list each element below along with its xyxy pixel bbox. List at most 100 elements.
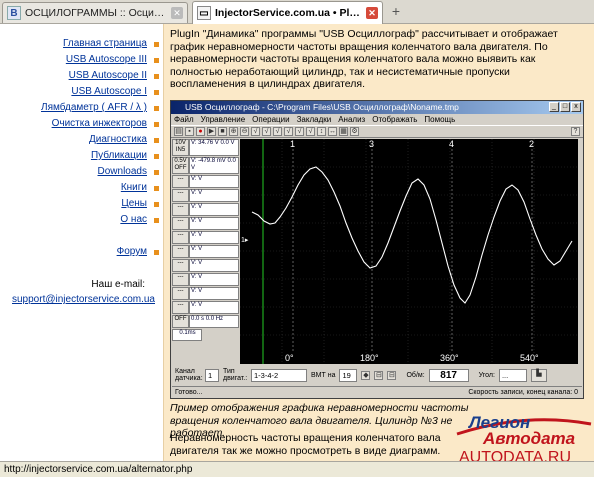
nav-diagnostics[interactable]: Диагностика — [89, 134, 147, 145]
cylinder-label: 4 — [449, 139, 454, 149]
close-tab-icon[interactable]: ✕ — [171, 7, 183, 19]
rpm-label: Об/м: — [406, 371, 425, 379]
browser-tab-strip: B ОСЦИЛОГРАММЫ :: Осциллограммы: ✕ ▭ Inj… — [0, 0, 594, 24]
degree-label: 540° — [520, 353, 539, 363]
settings-icon: ⚙ — [350, 127, 359, 136]
channel-button: --- — [172, 217, 189, 230]
osc-menu-item: Закладки — [296, 115, 332, 124]
channel-row: --- V: V — [172, 245, 239, 258]
osc-toolbar: ▤ ▪ ● ▶ ■ ⊕ ⊖ √ √ √ √ √ √ ↕ ↔ ▦ ⚙ ? — [171, 125, 583, 138]
help-icon: ? — [571, 127, 580, 136]
nav-publications[interactable]: Публикации — [91, 150, 147, 161]
maximize-icon: □ — [560, 102, 570, 112]
channel-button: --- — [172, 273, 189, 286]
nav-bullet-icon — [154, 186, 159, 191]
channel-row: OFF 0.0 s 0.0 Hz — [172, 315, 239, 328]
channel-value: V: V — [189, 175, 239, 188]
channel-row: --- V: V — [172, 301, 239, 314]
left-navigation: Главная страница USB Autoscope III USB A… — [0, 24, 163, 461]
nav-usb-autoscope-1[interactable]: USB Autoscope I — [71, 86, 147, 97]
tdc-field: 19 — [339, 368, 358, 382]
channel-button: OFF — [172, 315, 189, 328]
minimize-icon: _ — [549, 102, 559, 112]
legion-autodata-logo: Легион Автодата AUTODATA.RU — [455, 410, 594, 466]
osc-menu-item: Операции — [252, 115, 290, 124]
engine-type-label: Тип двигат.: — [223, 368, 248, 382]
oscilloscope-screenshot: USB Осциллограф - C:\Program Files\USB О… — [170, 100, 584, 399]
email-label: Наш e-mail: — [91, 279, 145, 290]
channel-value: V: V — [189, 217, 239, 230]
channel-label: Канал датчика: — [175, 368, 203, 382]
site-favicon-icon: B — [7, 6, 21, 20]
nav-books[interactable]: Книги — [121, 182, 147, 193]
timebase-value: 0.1ms — [172, 329, 202, 341]
channel-select: 1 — [205, 368, 219, 382]
channel-button: --- — [172, 259, 189, 272]
degree-label: 0° — [285, 353, 294, 363]
intro-text: PlugIn "Динамика" программы "USB Осцилло… — [170, 28, 558, 90]
osc-menu-item: Отображать — [372, 115, 418, 124]
cylinder-label: 2 — [529, 139, 534, 149]
close-tab-icon[interactable]: ✕ — [366, 7, 378, 19]
logo-svg: Легион Автодата AUTODATA.RU — [456, 413, 592, 466]
nav-usb-autoscope-3[interactable]: USB Autoscope III — [66, 54, 147, 65]
channel-value: V: V — [189, 203, 239, 216]
nav-prices[interactable]: Цены — [121, 198, 147, 209]
osc-status-left: Готово... — [175, 389, 203, 396]
tab-injectorservice[interactable]: ▭ InjectorService.com.ua • PlugIn ... ✕ — [192, 1, 383, 24]
nav-bullet-icon — [154, 58, 159, 63]
nav-forum[interactable]: Форум — [117, 246, 147, 257]
play-icon: ▶ — [207, 127, 216, 136]
nav-about[interactable]: О нас — [120, 214, 147, 225]
nav-bullet-icon — [154, 154, 159, 159]
rpm-trace — [251, 166, 573, 304]
channel-row: --- V: V — [172, 273, 239, 286]
channel-button: --- — [172, 245, 189, 258]
channel-value: V: V — [189, 273, 239, 286]
nav-lambdameter[interactable]: Лямбдаметр ( AFR / λ ) — [41, 102, 147, 113]
stop-icon: ■ — [218, 127, 227, 136]
osc-menu-item: Анализ — [338, 115, 366, 124]
osc-title-text: USB Осциллограф - C:\Program Files\USB О… — [185, 102, 459, 112]
osc-menu-item: Файл — [174, 115, 194, 124]
degree-label: 360° — [440, 353, 459, 363]
new-tab-button[interactable]: + — [388, 3, 404, 19]
tab-label: ОСЦИЛОГРАММЫ :: Осциллограммы: — [25, 7, 168, 19]
nav-downloads[interactable]: Downloads — [98, 166, 147, 177]
angle-label: Угол: — [478, 371, 495, 379]
angle-field: ... — [498, 368, 527, 382]
cursor-icon: ↔ — [328, 127, 337, 136]
grid-icon: ▦ — [339, 127, 348, 136]
channel-row: --- V: V — [172, 217, 239, 230]
tab-label: InjectorService.com.ua • PlugIn ... — [215, 7, 363, 19]
channel-value: V: V — [189, 245, 239, 258]
osc-display: 1 3 4 2 0° 180° 360° 540° 1▸ — [240, 139, 578, 364]
channel-value: 0.0 s 0.0 Hz — [189, 315, 239, 328]
save-icon: ▪ — [185, 127, 194, 136]
channel-row: --- V: V — [172, 259, 239, 272]
channel-button: 0.5V OFF — [172, 157, 189, 174]
content-panel: PlugIn "Динамика" программы "USB Осцилло… — [163, 24, 594, 461]
osc-channel-panel: 10V IN5 V: 34.76 V 0.0 V 0.5V OFF V: -479.… — [172, 139, 239, 361]
channel-button: --- — [172, 231, 189, 244]
tdc-label: ВМТ на — [311, 371, 336, 379]
nav-injector-cleaning[interactable]: Очистка инжекторов — [52, 118, 147, 129]
tab-oscillograms[interactable]: B ОСЦИЛОГРАММЫ :: Осциллограммы: ✕ — [2, 2, 188, 23]
nav-home[interactable]: Главная страница — [63, 38, 147, 49]
nav-usb-autoscope-2[interactable]: USB Autoscope II — [69, 70, 147, 81]
marker-icon: √ — [262, 127, 271, 136]
nav-bullet-icon — [154, 202, 159, 207]
cursor-icon: ↕ — [317, 127, 326, 136]
tool-icon: ⊟ — [387, 370, 397, 380]
email-link[interactable]: support@injectorservice.com.ua — [12, 294, 155, 305]
timebase-row: 0.1ms — [172, 329, 202, 341]
close-icon: x — [571, 102, 581, 112]
channel-button: --- — [172, 287, 189, 300]
rpm-field: 817 — [428, 368, 469, 382]
firing-order-select: 1-3-4-2 — [251, 368, 307, 382]
open-icon: ▤ — [174, 127, 183, 136]
osc-bottom-controls: Канал датчика: 1 Тип двигат.: 1-3-4-2 ВМ… — [172, 365, 582, 385]
browser-statusbar: http://injectorservice.com.ua/alternator… — [0, 461, 594, 477]
nav-bullet-icon — [154, 218, 159, 223]
channel-row: --- V: V — [172, 189, 239, 202]
